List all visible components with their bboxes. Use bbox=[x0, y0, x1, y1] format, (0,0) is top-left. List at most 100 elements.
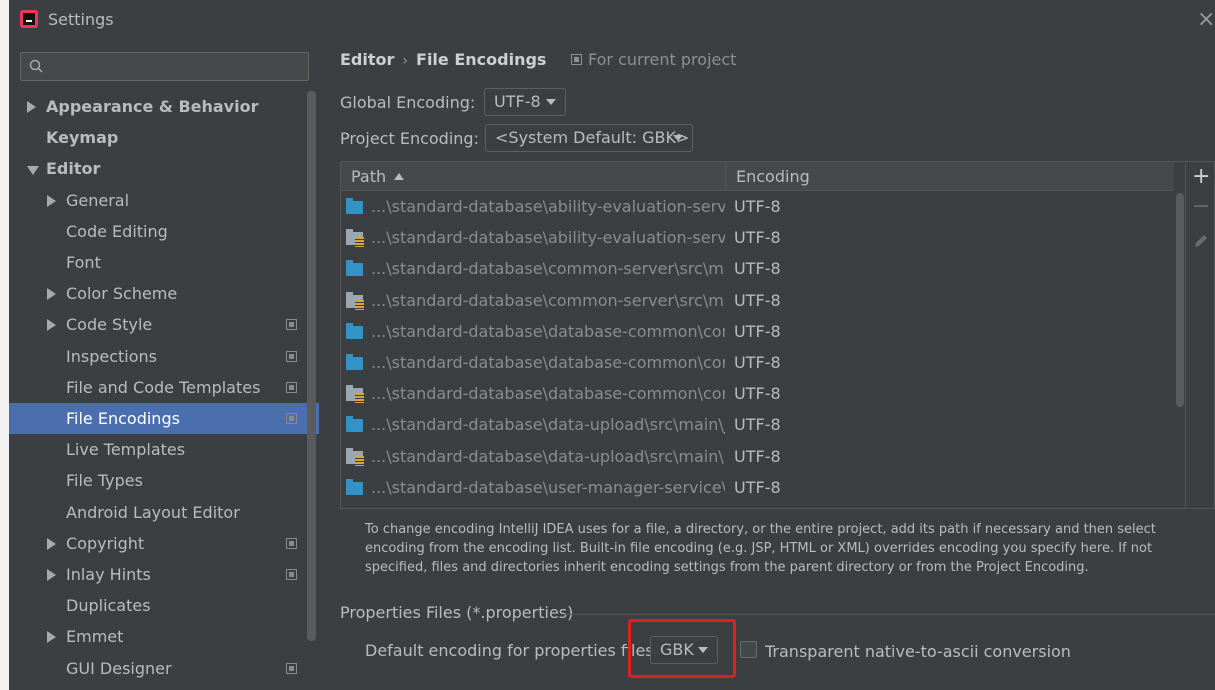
project-scope-icon bbox=[286, 413, 297, 424]
column-header-encoding[interactable]: Encoding bbox=[736, 162, 810, 191]
table-row[interactable]: ...\standard-database\data-upload\src\ma… bbox=[341, 441, 1174, 472]
edit-icon[interactable] bbox=[1192, 232, 1210, 250]
table-row[interactable]: ...\standard-database\user-manager-servi… bbox=[341, 472, 1174, 503]
column-encoding-label: Encoding bbox=[736, 167, 810, 186]
path-cell: ...\standard-database\common-server\src\… bbox=[371, 253, 725, 284]
path-text: ...\standard-database\data-upload\src\ma… bbox=[371, 447, 724, 466]
sidebar-item-copyright[interactable]: Copyright bbox=[9, 528, 319, 559]
sidebar-item-gui-designer[interactable]: GUI Designer bbox=[9, 653, 319, 684]
title-bar: Settings × bbox=[9, 0, 1215, 40]
encoding-cell[interactable]: UTF-8 bbox=[734, 347, 781, 378]
project-scope-icon bbox=[571, 54, 582, 65]
encoding-cell[interactable]: UTF-8 bbox=[734, 472, 781, 503]
chevron-down-icon[interactable] bbox=[27, 166, 39, 175]
sidebar-item-label: Copyright bbox=[66, 534, 145, 553]
chevron-down-icon bbox=[546, 99, 556, 105]
sidebar-item-label: Inlay Hints bbox=[66, 565, 151, 584]
sidebar-item-label: Code Style bbox=[66, 315, 153, 334]
sidebar-item-general[interactable]: General bbox=[9, 185, 319, 216]
sidebar-item-color-scheme[interactable]: Color Scheme bbox=[9, 278, 319, 309]
sidebar-item-inspections[interactable]: Inspections bbox=[9, 341, 319, 372]
breadcrumb-parent[interactable]: Editor bbox=[340, 50, 394, 69]
transparent-conversion-label[interactable]: Transparent native-to-ascii conversion bbox=[765, 642, 1071, 661]
chevron-right-icon[interactable] bbox=[47, 319, 56, 331]
table-row[interactable]: ...\standard-database\common-server\src\… bbox=[341, 285, 1174, 316]
encoding-cell[interactable]: UTF-8 bbox=[734, 253, 781, 284]
encoding-cell[interactable]: UTF-8 bbox=[734, 441, 781, 472]
window-title: Settings bbox=[48, 10, 114, 29]
add-icon[interactable]: + bbox=[1192, 166, 1210, 188]
column-path-label: Path bbox=[351, 167, 387, 186]
table-row[interactable]: ...\standard-database\database-common\co… bbox=[341, 316, 1174, 347]
table-scrollbar-thumb[interactable] bbox=[1176, 193, 1184, 407]
sidebar-item-file-encodings[interactable]: File Encodings bbox=[9, 403, 319, 434]
chevron-right-icon[interactable] bbox=[47, 538, 56, 550]
table-row[interactable]: ...\standard-database\database-common\co… bbox=[341, 347, 1174, 378]
close-icon[interactable]: × bbox=[1197, 9, 1215, 31]
sidebar-scrollbar[interactable] bbox=[307, 91, 316, 641]
project-encoding-select[interactable]: <System Default: GBK> bbox=[485, 124, 693, 152]
column-header-path[interactable]: Path bbox=[351, 162, 405, 191]
chevron-right-icon[interactable] bbox=[47, 631, 56, 643]
sidebar-item-duplicates[interactable]: Duplicates bbox=[9, 590, 319, 621]
sidebar-item-appearance-behavior[interactable]: Appearance & Behavior bbox=[9, 91, 319, 122]
project-scope-icon bbox=[286, 319, 297, 330]
properties-group-title: Properties Files (*.properties) bbox=[340, 603, 574, 622]
search-input[interactable] bbox=[20, 52, 309, 81]
sidebar-item-live-templates[interactable]: Live Templates bbox=[9, 434, 319, 465]
encoding-cell[interactable]: UTF-8 bbox=[734, 191, 781, 222]
sidebar-item-inlay-hints[interactable]: Inlay Hints bbox=[9, 559, 319, 590]
sidebar-item-android-layout-editor[interactable]: Android Layout Editor bbox=[9, 497, 319, 528]
sidebar-item-font[interactable]: Font bbox=[9, 247, 319, 278]
path-text: ...\standard-database\common-server\src\… bbox=[371, 259, 725, 278]
path-cell: ...\standard-database\database-common\co… bbox=[371, 378, 725, 409]
sidebar-item-label: Android Layout Editor bbox=[66, 503, 240, 522]
table-row[interactable]: ...\standard-database\ability-evaluation… bbox=[341, 222, 1174, 253]
table-row[interactable]: ...\standard-database\common-server\src\… bbox=[341, 253, 1174, 284]
sort-ascending-icon bbox=[394, 173, 405, 180]
table-row[interactable]: ...\standard-database\database-common\co… bbox=[341, 378, 1174, 409]
source-folder-icon bbox=[346, 479, 363, 495]
chevron-right-icon[interactable] bbox=[47, 569, 56, 581]
source-folder-icon bbox=[346, 323, 363, 339]
sidebar-item-label: Font bbox=[66, 253, 101, 272]
project-scope-icon bbox=[286, 663, 297, 674]
remove-icon[interactable]: − bbox=[1192, 196, 1210, 218]
encoding-cell[interactable]: UTF-8 bbox=[734, 378, 781, 409]
encoding-cell[interactable]: UTF-8 bbox=[734, 409, 781, 440]
resources-folder-icon bbox=[346, 229, 364, 247]
path-cell: ...\standard-database\data-upload\src\ma… bbox=[371, 409, 725, 440]
sidebar-item-emmet[interactable]: Emmet bbox=[9, 621, 319, 652]
breadcrumb-current: File Encodings bbox=[416, 50, 547, 69]
path-cell: ...\standard-database\database-common\co… bbox=[371, 347, 725, 378]
sidebar-item-label: File Encodings bbox=[66, 409, 180, 428]
chevron-right-icon[interactable] bbox=[47, 195, 56, 207]
transparent-conversion-checkbox[interactable] bbox=[740, 641, 757, 658]
path-cell: ...\standard-database\database-common\co… bbox=[371, 316, 725, 347]
sidebar-item-code-style[interactable]: Code Style bbox=[9, 309, 319, 340]
encoding-cell[interactable]: UTF-8 bbox=[734, 285, 781, 316]
chevron-right-icon[interactable] bbox=[47, 288, 56, 300]
encoding-cell[interactable]: UTF-8 bbox=[734, 316, 781, 347]
sidebar-item-code-editing[interactable]: Code Editing bbox=[9, 216, 319, 247]
chevron-right-icon[interactable] bbox=[27, 101, 36, 113]
project-scope-icon bbox=[286, 538, 297, 549]
sidebar-item-editor[interactable]: Editor bbox=[9, 153, 319, 184]
global-encoding-select[interactable]: UTF-8 bbox=[484, 88, 566, 116]
path-text: ...\standard-database\database-common\co… bbox=[371, 353, 725, 372]
table-scrollbar[interactable] bbox=[1174, 191, 1185, 508]
sidebar-item-file-and-code-templates[interactable]: File and Code Templates bbox=[9, 372, 319, 403]
column-divider[interactable] bbox=[725, 162, 726, 191]
encoding-cell[interactable]: UTF-8 bbox=[734, 222, 781, 253]
current-project-note: For current project bbox=[571, 50, 736, 69]
table-row[interactable]: ...\standard-database\data-upload\src\ma… bbox=[341, 409, 1174, 440]
path-text: ...\standard-database\data-upload\src\ma… bbox=[371, 415, 724, 434]
path-text: ...\standard-database\ability-evaluation… bbox=[371, 197, 725, 216]
table-row[interactable]: ...\standard-database\ability-evaluation… bbox=[341, 191, 1174, 222]
sidebar-item-label: Color Scheme bbox=[66, 284, 178, 303]
path-cell: ...\standard-database\ability-evaluation… bbox=[371, 191, 725, 222]
sidebar-item-keymap[interactable]: Keymap bbox=[9, 122, 319, 153]
background-window-edge bbox=[0, 0, 9, 690]
sidebar-item-file-types[interactable]: File Types bbox=[9, 465, 319, 496]
resources-folder-icon bbox=[346, 292, 364, 310]
